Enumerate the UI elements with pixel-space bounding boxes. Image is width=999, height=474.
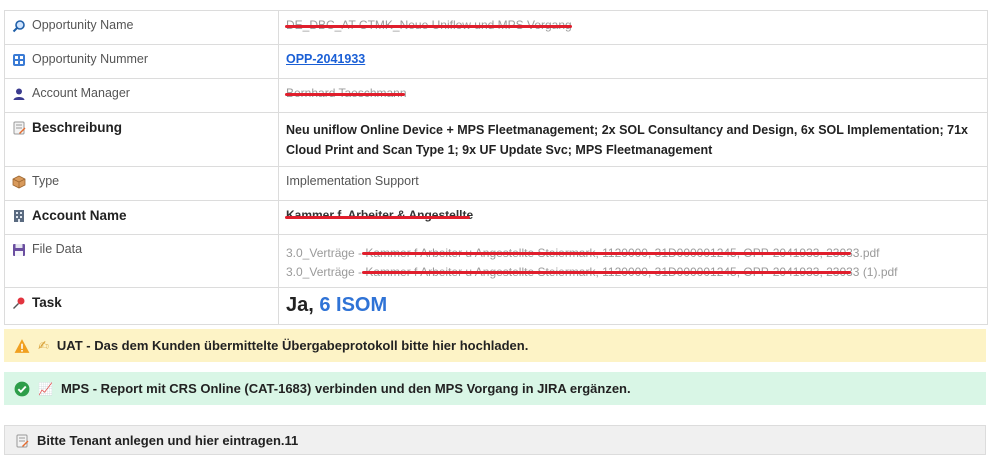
row-file-data: File Data 3.0_Verträge - Kammer f Arbeit…	[5, 235, 987, 288]
building-icon	[14, 210, 24, 222]
task-value: Ja, 6 ISOM	[286, 294, 387, 316]
mps-banner-text: MPS - Report mit CRS Online (CAT-1683) v…	[60, 381, 631, 396]
account-manager-label: Account Manager	[32, 86, 130, 100]
label-cell: Type	[5, 167, 279, 200]
opportunity-name-label: Opportunity Name	[32, 18, 134, 32]
redaction-bar	[285, 25, 572, 28]
pushpin-icon	[13, 297, 25, 309]
row-task: Task Ja, 6 ISOM	[5, 288, 987, 324]
uat-banner-text: UAT - Das dem Kunden übermittelte Überga…	[56, 338, 529, 353]
memo-icon	[13, 121, 26, 135]
row-opportunity-number: Opportunity Nummer OPP-2041933	[5, 45, 987, 79]
writing-hand-icon: ✍	[38, 337, 49, 353]
task-label: Task	[32, 295, 62, 310]
beschreibung-label: Beschreibung	[32, 120, 123, 135]
chart-emoji-icon: 📈	[38, 381, 53, 396]
person-icon	[13, 88, 25, 100]
package-icon	[12, 175, 26, 189]
beschreibung-value: Neu uniflow Online Device + MPS Fleetman…	[286, 123, 968, 157]
label-cell: Account Name	[5, 201, 279, 234]
value-cell: DE_DBC_AT CTMK_Neue Uniflow und MPS Vorg…	[279, 11, 987, 44]
opportunity-details-table: Opportunity Name DE_DBC_AT CTMK_Neue Uni…	[4, 10, 988, 325]
value-cell: OPP-2041933	[279, 45, 987, 78]
label-cell: Beschreibung	[5, 113, 279, 166]
label-cell: Opportunity Nummer	[5, 45, 279, 78]
opportunity-number-link[interactable]: OPP-2041933	[286, 52, 365, 66]
row-beschreibung: Beschreibung Neu uniflow Online Device +…	[5, 113, 987, 167]
value-cell: Neu uniflow Online Device + MPS Fleetman…	[279, 113, 987, 166]
label-cell: File Data	[5, 235, 279, 287]
value-cell: Kammer f. Arbeiter & Angestellte	[279, 201, 987, 234]
file-link[interactable]: 3.0_Verträge - Kammer f Arbeiter u Anges…	[286, 263, 980, 282]
label-cell: Account Manager	[5, 79, 279, 112]
value-cell: Ja, 6 ISOM	[279, 288, 987, 324]
redaction-bar	[362, 271, 851, 274]
type-value: Implementation Support	[286, 174, 419, 188]
task-value-accent: 6 ISOM	[319, 294, 388, 316]
value-cell: Implementation Support	[279, 167, 987, 200]
mps-banner: 📈 MPS - Report mit CRS Online (CAT-1683)…	[4, 372, 986, 405]
magnifier-icon	[12, 20, 25, 33]
uat-banner: ✍ UAT - Das dem Kunden übermittelte Über…	[4, 329, 986, 362]
row-account-manager: Account Manager Bernhard Taeschmann	[5, 79, 987, 113]
check-icon	[14, 381, 30, 397]
row-type: Type Implementation Support	[5, 167, 987, 201]
account-name-label: Account Name	[32, 208, 127, 223]
file-data-label: File Data	[32, 242, 83, 256]
opportunity-number-label: Opportunity Nummer	[32, 52, 149, 66]
task-value-prefix: Ja,	[286, 294, 320, 316]
row-account-name: Account Name Kammer f. Arbeiter & Angest…	[5, 201, 987, 235]
memo-icon	[16, 434, 29, 447]
id-card-icon	[13, 54, 25, 66]
value-cell: Bernhard Taeschmann	[279, 79, 987, 112]
redaction-bar	[285, 93, 405, 96]
tenant-banner-text: Bitte Tenant anlegen und hier eintragen.…	[37, 432, 299, 448]
floppy-disk-icon	[13, 244, 25, 256]
redaction-bar	[362, 252, 851, 255]
redaction-bar	[285, 216, 470, 219]
tenant-banner: Bitte Tenant anlegen und hier eintragen.…	[4, 425, 986, 455]
account-name-value: Kammer f. Arbeiter & Angestellte	[286, 208, 474, 222]
file-link[interactable]: 3.0_Verträge - Kammer f Arbeiter u Anges…	[286, 244, 980, 263]
warning-icon	[14, 339, 30, 353]
value-cell: 3.0_Verträge - Kammer f Arbeiter u Anges…	[279, 235, 987, 287]
type-label: Type	[32, 174, 60, 188]
label-cell: Opportunity Name	[5, 11, 279, 44]
row-opportunity-name: Opportunity Name DE_DBC_AT CTMK_Neue Uni…	[5, 11, 987, 45]
label-cell: Task	[5, 288, 279, 324]
